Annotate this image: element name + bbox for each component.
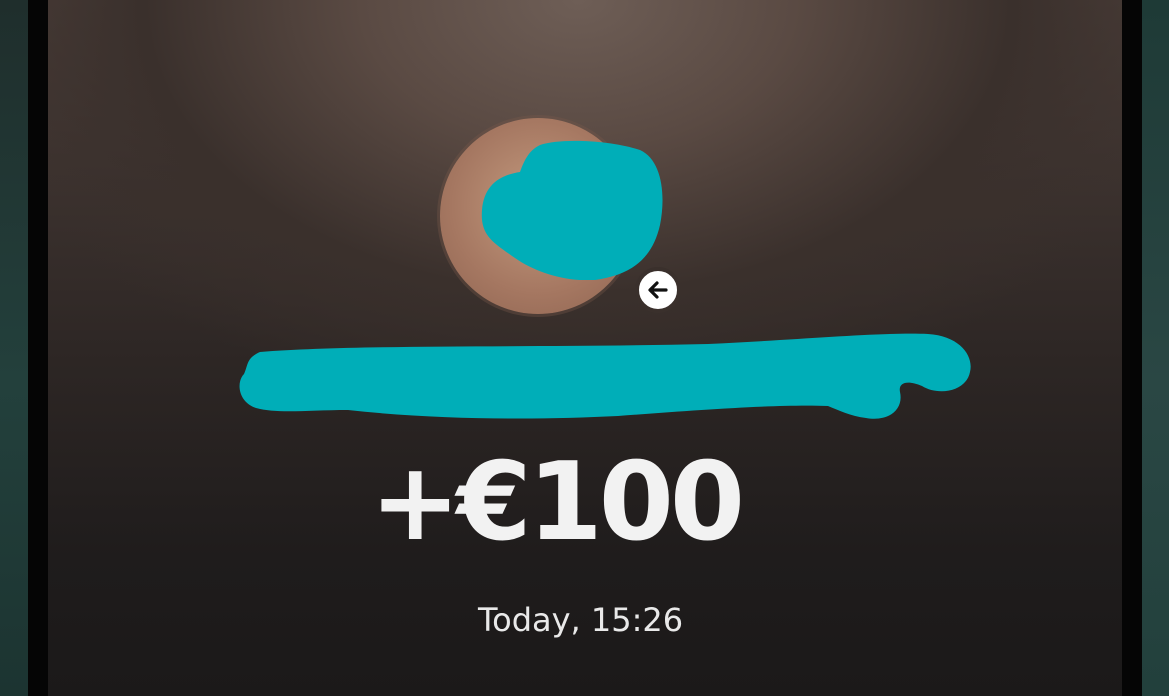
left-frame-border	[28, 0, 48, 696]
arrow-left-icon	[648, 281, 668, 299]
incoming-transfer-badge	[635, 267, 681, 313]
transaction-amount: +€100	[370, 440, 745, 565]
left-background-strip	[0, 0, 28, 696]
counterparty-name-redaction-mark	[239, 333, 971, 419]
right-background-strip	[1142, 0, 1169, 696]
avatar-redaction-mark	[481, 140, 663, 280]
right-frame-border	[1122, 0, 1142, 696]
transaction-detail-screen: +€100 Today, 15:26	[0, 0, 1169, 696]
transaction-timestamp: Today, 15:26	[478, 601, 684, 639]
